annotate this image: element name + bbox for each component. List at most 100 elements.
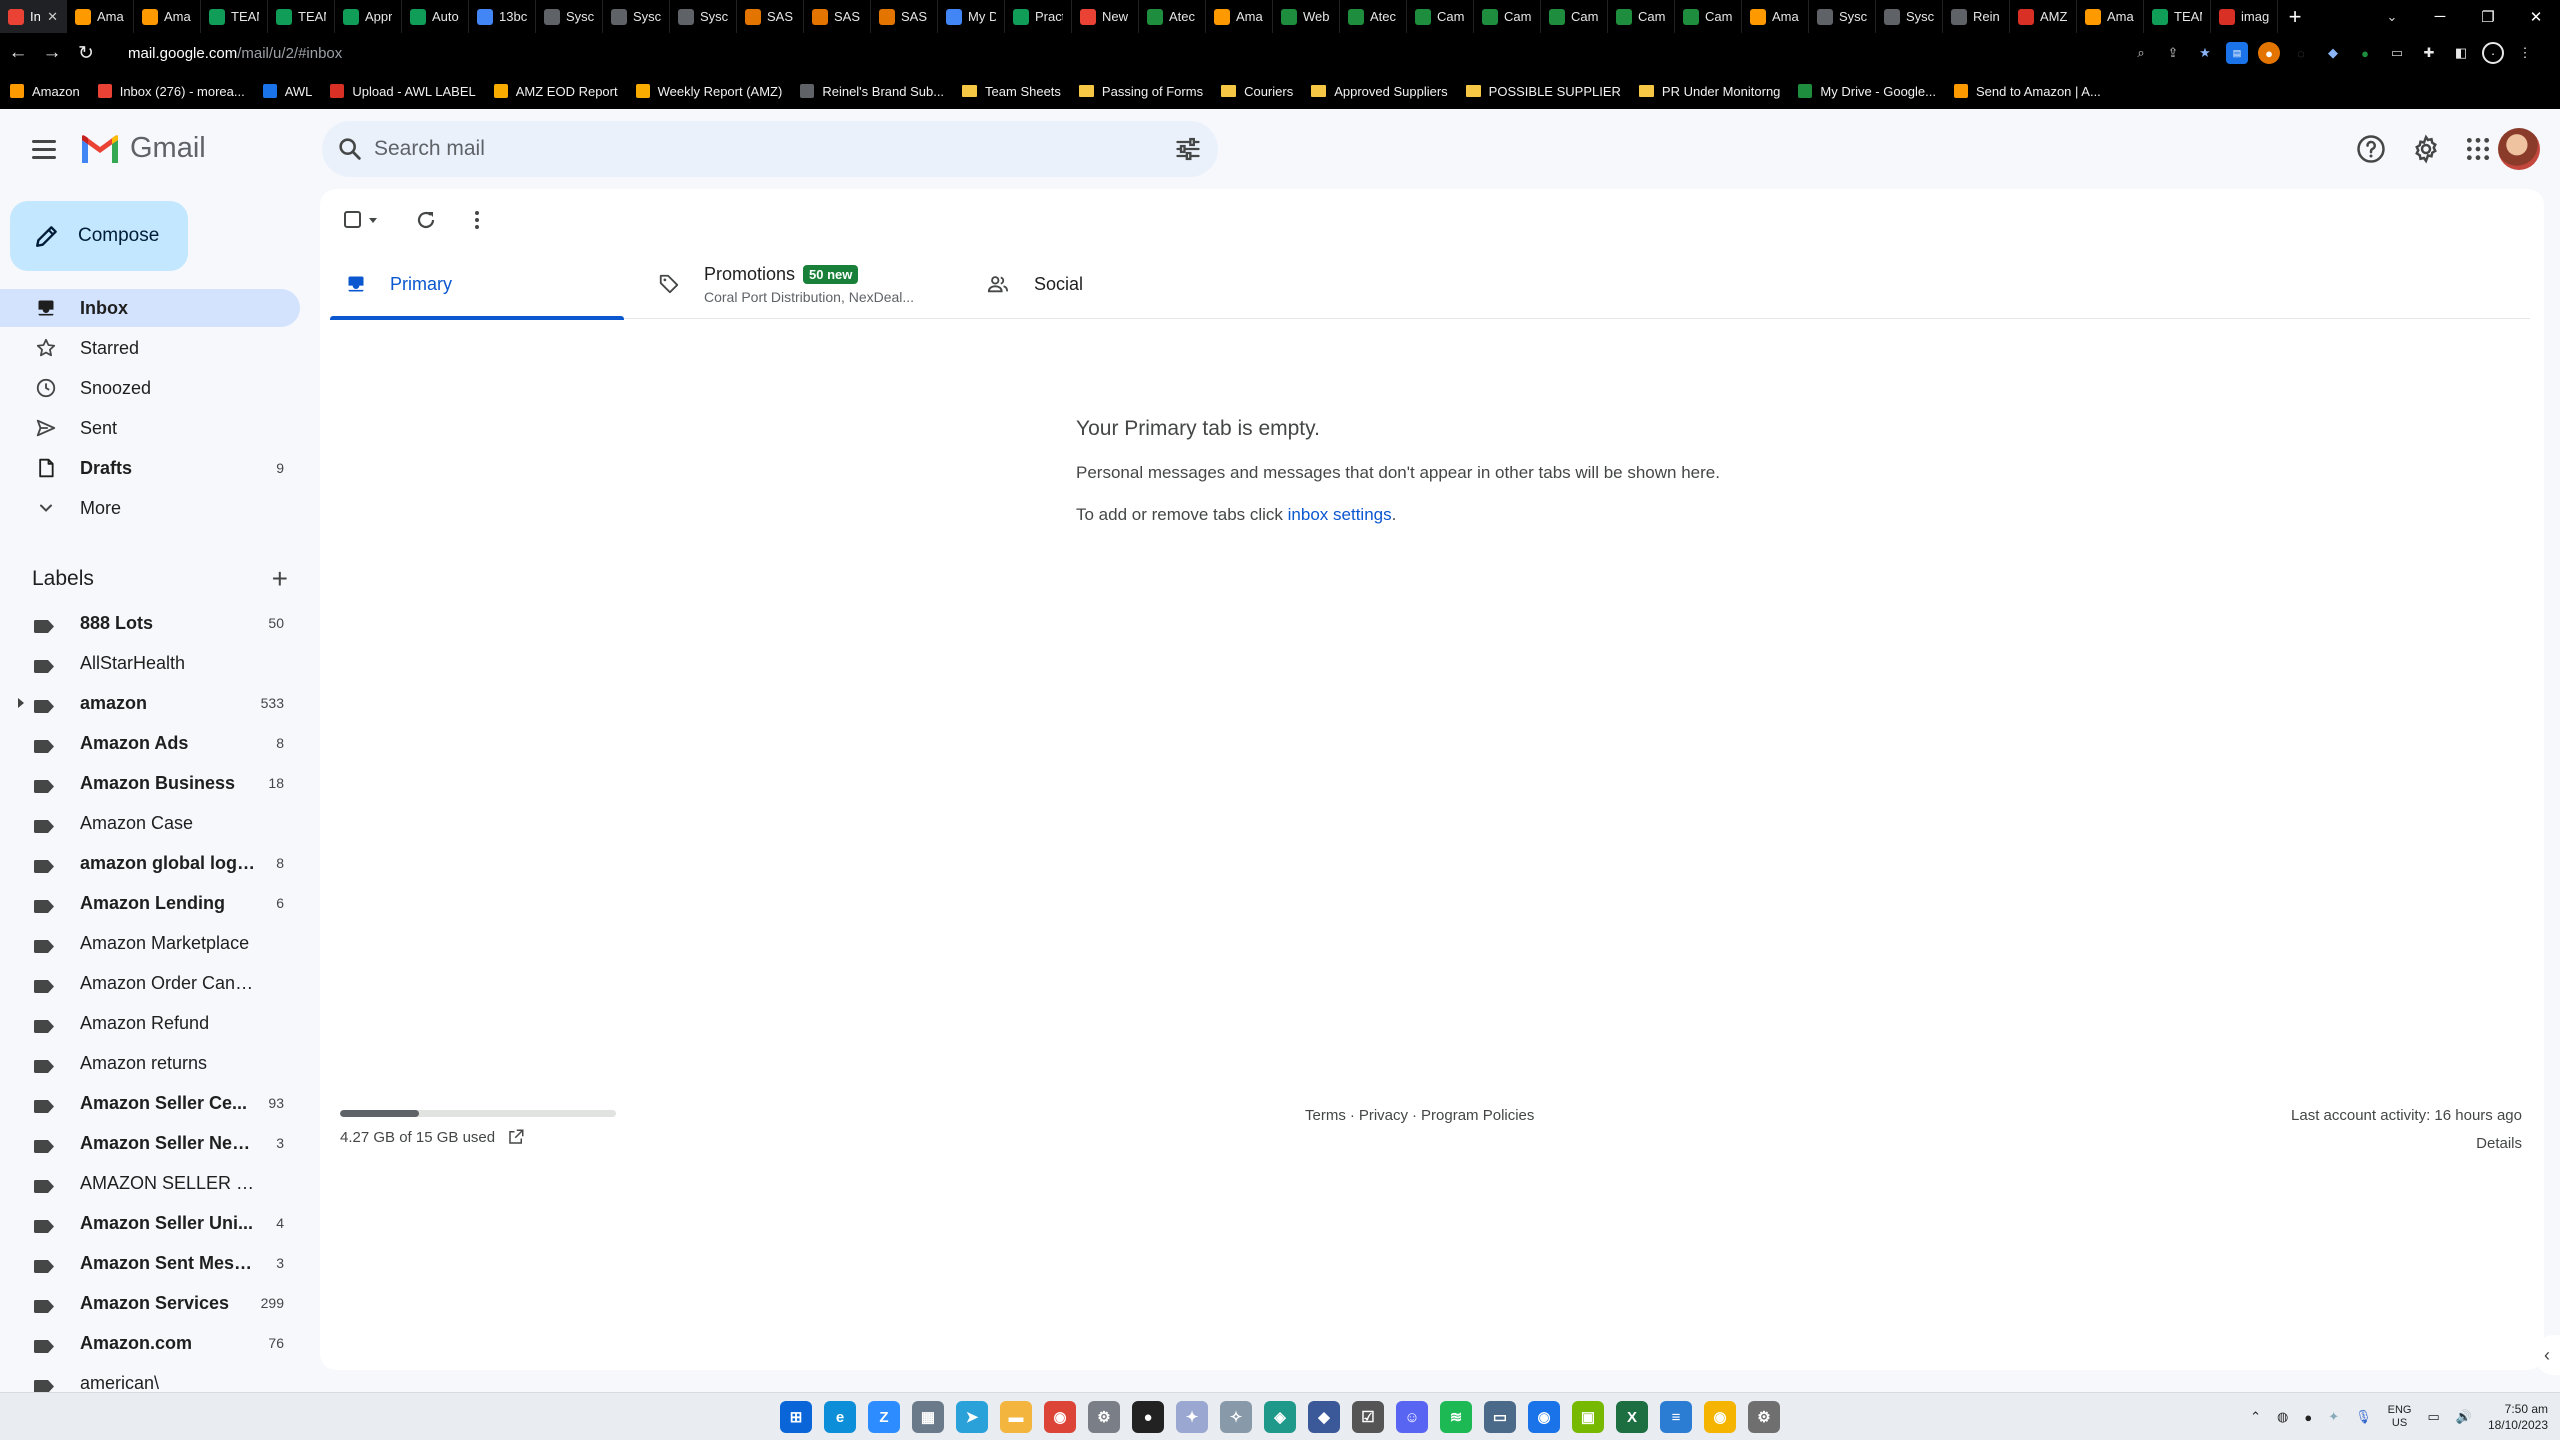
spotify-icon[interactable]: ≋ <box>1440 1401 1472 1433</box>
bookmark-item[interactable]: AMZ EOD Report <box>493 84 618 99</box>
label-item[interactable]: amazon 533 <box>0 684 300 722</box>
sidebar-item-snoozed[interactable]: Snoozed <box>0 369 300 407</box>
chrome2-icon[interactable]: ◉ <box>1528 1401 1560 1433</box>
browser-tab[interactable]: SAS <box>871 0 938 33</box>
browser-tab[interactable]: Sysc <box>536 0 603 33</box>
add-label-icon[interactable]: + <box>272 563 288 595</box>
browser-tab[interactable]: Web <box>1273 0 1340 33</box>
extension-icon[interactable]: ▭ <box>2386 42 2408 64</box>
steam-icon[interactable]: ◍ <box>2277 1409 2288 1425</box>
sidebar-item-starred[interactable]: Starred <box>0 329 300 367</box>
notepad-icon[interactable]: ≡ <box>1660 1401 1692 1433</box>
inbox-settings-link[interactable]: inbox settings <box>1288 505 1392 524</box>
external-link-icon[interactable] <box>507 1128 525 1146</box>
bookmark-star-icon[interactable]: ★ <box>2194 42 2216 64</box>
bookmark-item[interactable]: My Drive - Google... <box>1798 84 1936 99</box>
browser-tab[interactable]: TEAM <box>201 0 268 33</box>
nvidia-icon[interactable]: ▣ <box>1572 1401 1604 1433</box>
close-window-button[interactable]: ✕ <box>2512 0 2560 33</box>
search-icon[interactable] <box>336 135 364 163</box>
network-icon[interactable]: ▭ <box>2427 1409 2439 1425</box>
volume-icon[interactable]: 🔊 <box>2456 1409 2472 1425</box>
settings-icon[interactable]: ⚙ <box>1088 1401 1120 1433</box>
browser-tab[interactable]: Cam <box>1608 0 1675 33</box>
label-item[interactable]: AMAZON SELLER SUPP... <box>0 1164 300 1202</box>
bookmark-item[interactable]: Passing of Forms <box>1078 84 1203 99</box>
back-icon[interactable]: ← <box>2 37 34 69</box>
browser-tab[interactable]: imag <box>2211 0 2278 33</box>
address-bar[interactable]: mail.google.com/mail/u/2/#inbox <box>128 37 2138 69</box>
bookmark-item[interactable]: Team Sheets <box>962 84 1061 99</box>
browser-tab[interactable]: Auto <box>402 0 469 33</box>
todo-icon[interactable]: ☑ <box>1352 1401 1384 1433</box>
label-item[interactable]: Amazon returns <box>0 1044 300 1082</box>
program-policies-link[interactable]: Program Policies <box>1421 1107 1534 1124</box>
browser-tab[interactable]: SAS <box>804 0 871 33</box>
bookmark-item[interactable]: Weekly Report (AMZ) <box>635 84 782 99</box>
discord-icon[interactable]: ☺ <box>1396 1401 1428 1433</box>
browser-tab[interactable]: Ama <box>1742 0 1809 33</box>
calculator-icon[interactable]: ▦ <box>912 1401 944 1433</box>
zoom-icon[interactable]: Z <box>868 1401 900 1433</box>
privacy-link[interactable]: Privacy <box>1359 1107 1408 1124</box>
chrome-icon[interactable]: ◉ <box>1044 1401 1076 1433</box>
rdp-icon[interactable]: ▭ <box>1484 1401 1516 1433</box>
extension-icon[interactable]: ◌ <box>2290 42 2312 64</box>
browser-tab[interactable]: Rein <box>1943 0 2010 33</box>
browser-tab[interactable]: My D <box>938 0 1005 33</box>
browser-tab[interactable]: Sysc <box>1876 0 1943 33</box>
label-item[interactable]: AllStarHealth <box>0 644 300 682</box>
browser-tab[interactable]: Cam <box>1675 0 1742 33</box>
label-item[interactable]: Amazon.com 76 <box>0 1324 300 1362</box>
activity-details-link[interactable]: Details <box>2291 1135 2522 1152</box>
browser-tab[interactable]: 13bc <box>469 0 536 33</box>
label-item[interactable]: Amazon Refund <box>0 1004 300 1042</box>
browser-tab[interactable]: Atec <box>1340 0 1407 33</box>
sidebar-item-inbox[interactable]: Inbox <box>0 289 300 327</box>
github-tray-icon[interactable]: ● <box>2304 1410 2312 1425</box>
label-item[interactable]: Amazon Marketplace <box>0 924 300 962</box>
language-indicator[interactable]: ENG US <box>2388 1404 2412 1430</box>
bookmark-item[interactable]: Reinel's Brand Sub... <box>800 84 944 99</box>
clock[interactable]: 7:50 am 18/10/2023 <box>2488 1401 2548 1433</box>
label-item[interactable]: Amazon Seller Ce... 93 <box>0 1084 300 1122</box>
search-bar[interactable] <box>322 121 1218 177</box>
browser-tab[interactable]: AMZ <box>2010 0 2077 33</box>
browser-tab[interactable]: Ama <box>2077 0 2144 33</box>
bookmark-item[interactable]: POSSIBLE SUPPLIER <box>1465 84 1621 99</box>
vpn-icon[interactable]: ◆ <box>1308 1401 1340 1433</box>
label-item[interactable]: Amazon Case <box>0 804 300 842</box>
label-item[interactable]: Amazon Seller New... 3 <box>0 1124 300 1162</box>
browser-tab[interactable]: Pract <box>1005 0 1072 33</box>
close-tab-icon[interactable]: ✕ <box>47 9 58 25</box>
extension-icon[interactable]: ● <box>2354 42 2376 64</box>
tab-social[interactable]: Social <box>970 249 1270 319</box>
label-item[interactable]: Amazon Ads 8 <box>0 724 300 762</box>
chrome3-icon[interactable]: ◉ <box>1704 1401 1736 1433</box>
puzzle-icon[interactable]: ✚ <box>2418 42 2440 64</box>
share-icon[interactable]: ⇪ <box>2162 42 2184 64</box>
terms-link[interactable]: Terms <box>1305 1107 1346 1124</box>
bookmark-item[interactable]: Inbox (276) - morea... <box>97 84 245 99</box>
search-options-icon[interactable] <box>1174 135 1202 163</box>
help-icon[interactable] <box>2351 129 2391 169</box>
label-item[interactable]: american\ <box>0 1364 300 1392</box>
bookmark-item[interactable]: Couriers <box>1221 84 1293 99</box>
browser-tab[interactable]: Inbox ✕ <box>0 0 67 33</box>
maximize-button[interactable]: ❐ <box>2464 0 2512 33</box>
browser-tab[interactable]: Ama <box>1206 0 1273 33</box>
label-item[interactable]: Amazon Order Cancella... <box>0 964 300 1002</box>
tray-overflow-icon[interactable]: ⌃ <box>2250 1409 2261 1425</box>
browser-tab[interactable]: Cam <box>1407 0 1474 33</box>
forward-icon[interactable]: → <box>36 37 68 69</box>
tab-primary[interactable]: Primary <box>330 249 624 320</box>
new-tab-button[interactable]: + <box>2278 0 2312 33</box>
label-item[interactable]: Amazon Services 299 <box>0 1284 300 1322</box>
app3-icon[interactable]: ◈ <box>1264 1401 1296 1433</box>
label-item[interactable]: amazon global logi... 8 <box>0 844 300 882</box>
zoom-icon[interactable]: ⌕ <box>2130 42 2152 64</box>
mic-icon[interactable]: 🎙 <box>2355 1409 2372 1425</box>
extension-icon[interactable]: ▤ <box>2226 42 2248 64</box>
telegram-icon[interactable]: ➤ <box>956 1401 988 1433</box>
tab-search-icon[interactable]: ⌄ <box>2372 0 2412 33</box>
